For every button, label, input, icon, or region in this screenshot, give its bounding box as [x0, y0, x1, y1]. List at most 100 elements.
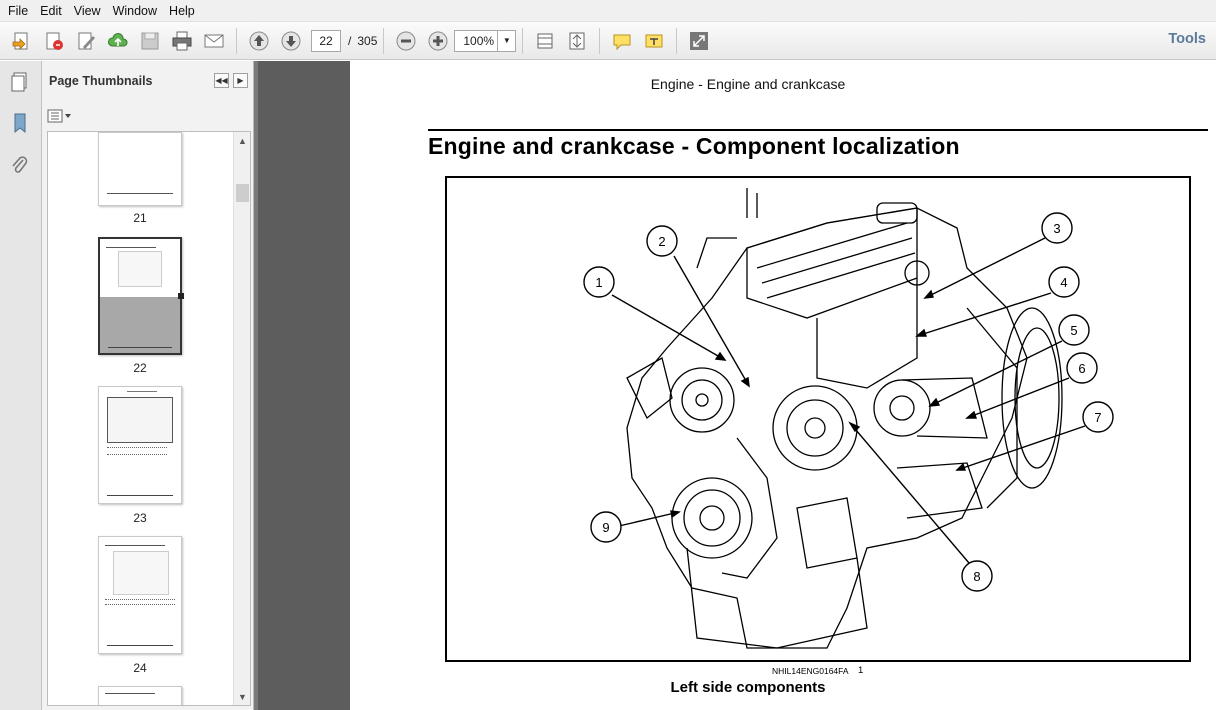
- callout-label-7: 7: [1094, 410, 1101, 425]
- highlighter-icon: [645, 34, 663, 47]
- page-thumbnail[interactable]: [98, 386, 182, 504]
- page-number-input[interactable]: 22: [311, 29, 341, 52]
- pdf-document-icon: [46, 32, 63, 50]
- menu-view[interactable]: View: [68, 4, 107, 18]
- figure-number: 1: [858, 665, 864, 676]
- page-thumbnail-selected[interactable]: [98, 237, 184, 355]
- chevron-down-icon[interactable]: ▼: [234, 688, 250, 705]
- thumbnails-scrollbar[interactable]: ▲ ▼: [233, 132, 250, 705]
- callout-label-9: 9: [602, 520, 609, 535]
- email-button[interactable]: [201, 28, 227, 54]
- print-button[interactable]: [169, 28, 195, 54]
- figure-id: NHIL14ENG0164FA: [772, 666, 849, 676]
- previous-page-button[interactable]: [246, 28, 272, 54]
- attachments-nav-button[interactable]: [7, 153, 33, 179]
- arrow-down-circle-icon: [281, 31, 301, 50]
- options-list-icon: [47, 109, 71, 123]
- title-rule: [428, 129, 1208, 131]
- save-button[interactable]: [137, 28, 163, 54]
- paperclip-icon: [12, 156, 28, 173]
- callout-label-6: 6: [1078, 361, 1085, 376]
- menu-bar: File Edit View Window Help: [0, 0, 1216, 22]
- fit-page-button[interactable]: [564, 28, 590, 54]
- toolbar-separator: [676, 27, 678, 54]
- edit-document-button[interactable]: [73, 28, 99, 54]
- callout-label-1: 1: [595, 275, 602, 290]
- thumbnail-page-number: 22: [133, 361, 147, 375]
- callout-label-8: 8: [973, 569, 980, 584]
- callout-label-5: 5: [1070, 323, 1077, 338]
- bookmarks-nav-button[interactable]: [7, 110, 33, 136]
- callout-label-4: 4: [1060, 275, 1067, 290]
- expand-arrows-icon: [690, 31, 709, 50]
- expand-button[interactable]: [686, 28, 712, 54]
- arrow-up-circle-icon: [249, 31, 269, 50]
- highlight-text-button[interactable]: [641, 28, 667, 54]
- thumbnails-panel: Page Thumbnails ◀◀ ▶ 21 22 23 24 ▲ ▼: [42, 61, 254, 710]
- thumbnail-image: [107, 397, 173, 443]
- thumbnails-list[interactable]: 21 22 23 24 ▲ ▼: [47, 131, 251, 706]
- edit-document-icon: [78, 32, 95, 49]
- thumbnail-options-button[interactable]: [47, 108, 73, 124]
- tools-button[interactable]: Tools: [1168, 31, 1206, 47]
- pages-icon: [11, 72, 27, 92]
- zoom-value: 100%: [463, 33, 495, 48]
- upload-cloud-button[interactable]: [105, 28, 131, 54]
- toolbar: 22 / 305 100% ▼ Tools: [0, 22, 1216, 60]
- zoom-in-button[interactable]: [425, 28, 451, 54]
- menu-edit[interactable]: Edit: [34, 4, 68, 18]
- callout-label-3: 3: [1053, 221, 1060, 236]
- callout-label-2: 2: [658, 234, 665, 249]
- page-thumbnail[interactable]: [98, 536, 182, 654]
- menu-help[interactable]: Help: [163, 4, 201, 18]
- panel-header-buttons: ◀◀ ▶: [214, 73, 248, 88]
- running-header: Engine - Engine and crankcase: [650, 76, 846, 92]
- create-pdf-icon: [12, 32, 28, 50]
- convert-pdf-button[interactable]: [41, 28, 67, 54]
- navigation-rail: [0, 61, 42, 710]
- next-page-button[interactable]: [278, 28, 304, 54]
- thumbnail-page-number: 23: [133, 511, 147, 525]
- panel-splitter[interactable]: [254, 61, 258, 710]
- document-page: Engine - Engine and crankcase Engine and…: [350, 61, 1216, 710]
- save-disk-icon: [141, 32, 159, 49]
- toolbar-separator: [522, 27, 524, 54]
- fit-width-button[interactable]: [532, 28, 558, 54]
- comment-bubble-icon: [613, 34, 631, 50]
- menu-file[interactable]: File: [2, 4, 34, 18]
- toolbar-separator: [383, 27, 385, 54]
- toolbar-separator: [236, 27, 237, 54]
- resize-handle[interactable]: [178, 293, 184, 299]
- engine-figure: 1 2 3 4 5 6 7 8 9: [445, 176, 1191, 662]
- figure-caption: Left side components: [670, 679, 826, 696]
- thumbnail-page-number: 24: [133, 661, 147, 675]
- page-thumbnail[interactable]: [98, 132, 182, 206]
- printer-icon: [172, 31, 192, 50]
- thumbnail-image: [113, 551, 169, 595]
- thumbnail-image: [118, 251, 162, 287]
- plus-circle-icon: [428, 31, 448, 50]
- zoom-select[interactable]: 100% ▼: [454, 29, 517, 52]
- thumbnail-page-number: 21: [133, 211, 147, 225]
- toolbar-separator: [599, 27, 601, 54]
- page-total: 305: [357, 33, 378, 48]
- fit-page-icon: [569, 32, 585, 49]
- engine-illustration: 1 2 3 4 5 6 7 8 9: [583, 188, 1114, 649]
- chevron-down-icon[interactable]: ▼: [497, 30, 515, 51]
- page-thumbnails-nav-button[interactable]: [7, 69, 33, 95]
- zoom-out-button[interactable]: [393, 28, 419, 54]
- fit-width-icon: [537, 33, 553, 48]
- menu-window[interactable]: Window: [107, 4, 163, 18]
- scrollbar-thumb[interactable]: [236, 184, 249, 202]
- document-background: [255, 61, 350, 710]
- section-title: Engine and crankcase - Component localiz…: [428, 133, 960, 159]
- create-pdf-button[interactable]: [9, 28, 35, 54]
- comment-button[interactable]: [609, 28, 635, 54]
- cloud-upload-icon: [108, 32, 128, 46]
- thumbnail-viewport-overlay: [100, 297, 180, 353]
- chevron-up-icon[interactable]: ▲: [234, 132, 250, 149]
- collapse-panel-button[interactable]: ◀◀: [214, 73, 229, 88]
- chevron-right-icon[interactable]: ▶: [233, 73, 248, 88]
- page-thumbnail[interactable]: [98, 686, 182, 705]
- envelope-icon: [204, 34, 224, 47]
